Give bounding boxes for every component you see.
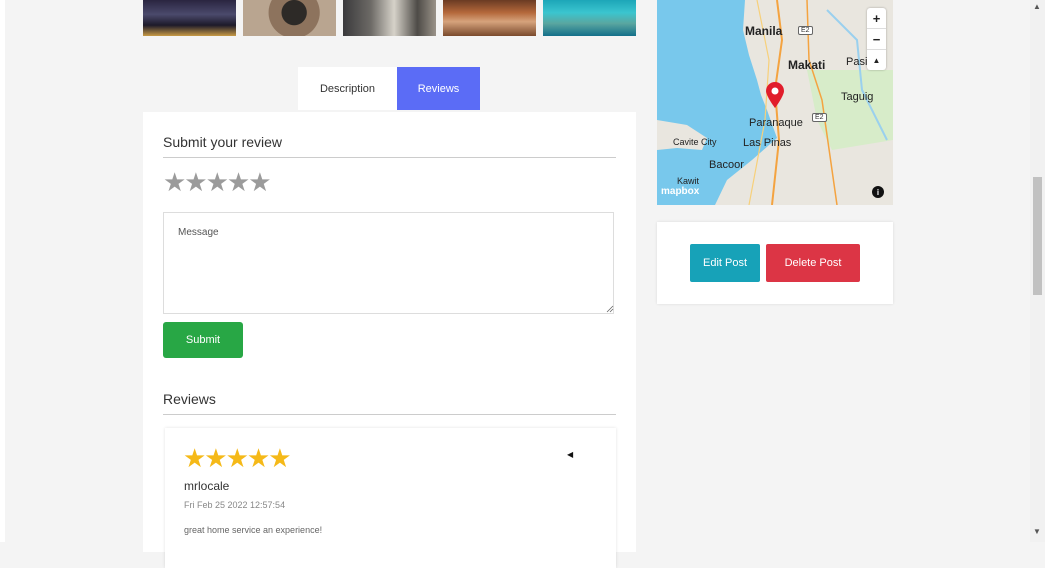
message-textarea[interactable] [163,212,614,314]
gallery-thumbnail-4[interactable] [443,0,536,36]
tab-reviews[interactable]: Reviews [397,67,480,110]
review-date: Fri Feb 25 2022 12:57:54 [184,500,286,510]
mapbox-logo[interactable]: mapbox [661,186,699,197]
info-icon[interactable]: i [872,186,884,198]
review-text: great home service an experience! [184,525,323,535]
review-author: mrlocale [184,479,230,493]
map-label-makati: Makati [788,58,826,72]
page-scrollbar[interactable]: ▲ ▼ [1030,0,1045,542]
reviews-heading: Reviews [163,391,216,407]
map-label-kawit: Kawit [677,176,700,186]
review-card: ★★★★★ ◀ mrlocale Fri Feb 25 2022 12:57:5… [165,428,616,568]
submit-review-heading: Submit your review [163,134,283,150]
scroll-thumb[interactable] [1033,177,1042,295]
post-actions-card: Edit Post Delete Post [657,222,893,304]
highway-shield: E2 [798,26,813,35]
review-rating-stars: ★★★★★ [183,443,292,473]
map-label-las-pinas: Las Pinas [743,137,792,149]
caret-left-icon[interactable]: ◀ [567,450,573,459]
map-label-taguig: Taguig [841,91,874,103]
gallery-thumbnail-5[interactable] [543,0,636,36]
zoom-in-button[interactable]: + [867,8,886,29]
zoom-controls: + − ▲ [867,8,886,70]
map-label-bacoor: Bacoor [709,159,744,171]
tab-description[interactable]: Description [298,67,397,110]
scroll-up-icon[interactable]: ▲ [1033,2,1041,11]
divider [163,414,616,415]
compass-button[interactable]: ▲ [867,50,886,70]
scroll-down-icon[interactable]: ▼ [1033,527,1041,536]
location-map[interactable]: Manila Makati Pasi Taguig Paranaque Cavi… [657,0,893,205]
delete-post-button[interactable]: Delete Post [766,244,860,282]
map-pin-icon[interactable] [764,81,786,109]
map-label-paranaque: Paranaque [749,117,803,129]
edit-post-button[interactable]: Edit Post [690,244,760,282]
map-label-manila: Manila [745,24,783,38]
page-gutter [0,0,5,542]
gallery-thumbnail-2[interactable] [243,0,336,36]
reviews-panel: Submit your review ★★★★★ Submit Reviews … [143,112,636,568]
highway-shield: E2 [812,113,827,122]
zoom-out-button[interactable]: − [867,29,886,50]
map-label-cavite-city: Cavite City [673,137,717,147]
rating-star-input[interactable]: ★★★★★ [163,169,272,195]
gallery-thumbnail-3[interactable] [343,0,436,36]
resize-grip-icon[interactable] [606,305,614,313]
gallery-thumbnail-1[interactable] [143,0,236,36]
divider [163,157,616,158]
map-label-pasig: Pasi [846,56,868,68]
submit-review-button[interactable]: Submit [163,322,243,358]
